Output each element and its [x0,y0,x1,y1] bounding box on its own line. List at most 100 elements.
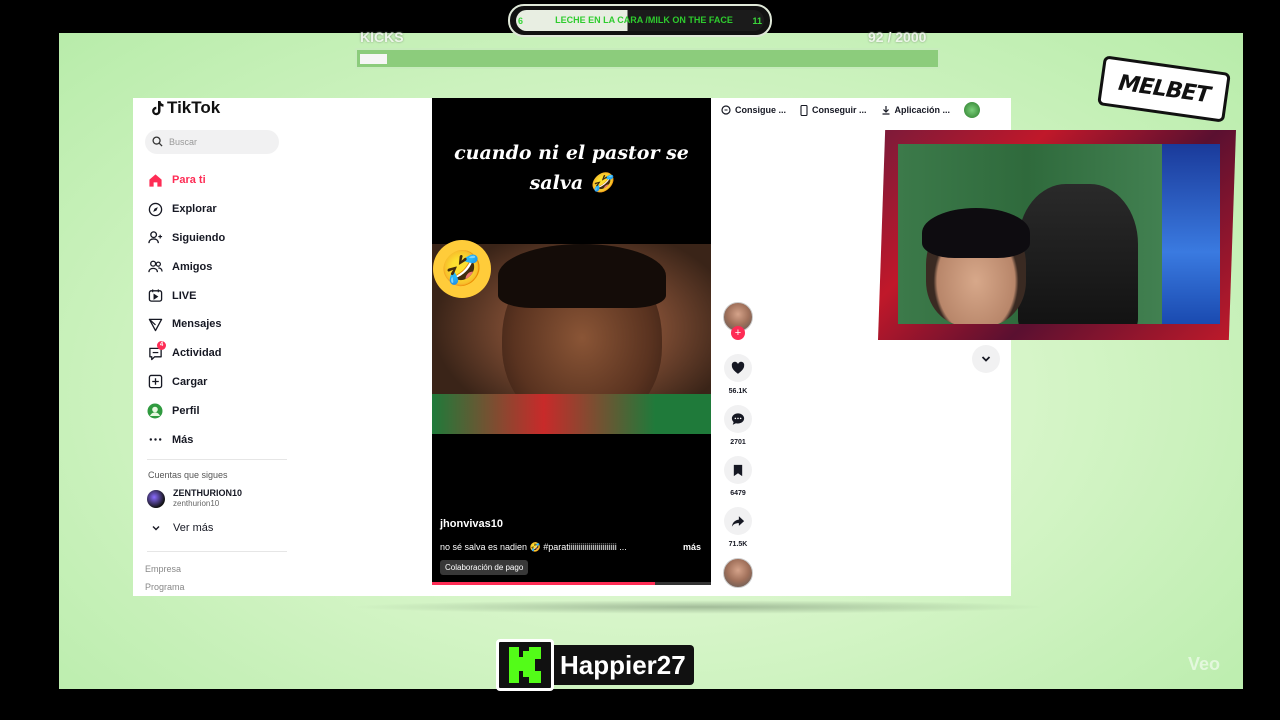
sidebar-item-label: Siguiendo [172,231,226,244]
footer-link-programa[interactable]: Programa [145,582,185,592]
phone-icon [800,104,808,116]
sidebar-item-label: Cargar [172,375,208,388]
comment-button[interactable] [724,405,752,433]
like-action[interactable]: 56.1K [723,354,753,395]
get-coins-label: Consigue ... [735,105,787,115]
goal-left-number: 6 [518,16,524,26]
compass-icon [147,201,163,217]
home-icon [147,172,163,188]
upload-icon [147,374,163,390]
share-icon [731,515,745,527]
goal-right-number: 11 [752,16,762,26]
kicks-label: KICKS [360,29,404,45]
see-more-button[interactable]: Ver más [151,522,213,534]
webcam-chair-shape [1018,184,1138,324]
kicks-progress-bar [355,48,940,69]
sidebar-item-cargar[interactable]: Cargar [147,368,287,397]
sidebar-item-label: Actividad [172,347,222,360]
comment-icon [731,413,745,425]
streamer-name: Happier27 [554,645,694,685]
desktop-app-link[interactable]: Aplicación ... [881,105,950,115]
sidebar-item-actividad[interactable]: 4 Actividad [147,339,287,368]
sidebar-item-para-ti[interactable]: Para ti [147,166,287,195]
save-button[interactable] [724,456,752,484]
kick-logo-icon [496,639,554,691]
see-more-label: Ver más [173,522,214,534]
search-placeholder: Buscar [169,137,198,147]
paid-partnership-tag: Colaboración de pago [440,560,529,575]
kicks-progress-fill [360,54,387,64]
download-icon [882,106,890,115]
sidebar-item-perfil[interactable]: Perfil [147,396,287,425]
more-icon [147,432,163,448]
sidebar-item-mas[interactable]: Más [147,425,287,454]
tiktok-logo[interactable]: TikTok [149,98,220,118]
sidebar-item-siguiendo[interactable]: Siguiendo [147,224,287,253]
activity-icon: 4 [147,341,166,361]
comment-action[interactable]: 2701 [723,405,753,446]
video-progress-fill [432,582,656,585]
profile-avatar-icon[interactable] [964,102,981,118]
messages-icon [147,316,163,332]
get-coins-link[interactable]: Consigue ... [721,105,786,115]
following-icon [147,230,163,246]
sound-avatar[interactable] [723,558,753,588]
goal-widget: 6 LECHE EN LA CARA /MILK ON THE FACE 11 [508,4,772,37]
video-overlay-caption: cuando ni el pastor se salva 🤣 [454,142,689,194]
following-account-name: ZENTHURION10 [173,488,243,498]
sidebar-item-label: Amigos [172,260,213,273]
sidebar-item-label: Explorar [172,203,217,216]
coin-icon [721,105,731,115]
avatar [147,489,165,508]
video-more-link[interactable]: más [683,542,701,552]
comment-count: 2701 [730,439,746,446]
share-action[interactable]: 71.5K [723,507,753,548]
next-video-button[interactable] [972,345,1000,373]
video-hair-shape [498,244,666,308]
tiktok-window: TikTok Buscar Para ti Explorar Siguiendo… [133,98,1011,596]
live-icon [147,288,163,304]
webcam-feed [898,144,1220,324]
friends-icon [147,259,163,275]
footer-link-empresa[interactable]: Empresa [145,564,181,574]
webcam-banner-shape [1162,144,1220,324]
sidebar-nav: Para ti Explorar Siguiendo Amigos LIVE M… [147,166,287,454]
following-account[interactable]: ZENTHURION10 zenthurion10 [147,488,242,509]
save-action[interactable]: 6479 [723,456,753,497]
save-count: 6479 [730,490,746,497]
share-button[interactable] [724,507,752,535]
chevron-down-icon [981,356,991,362]
chevron-down-icon [152,526,160,531]
video-description: no sé salva es nadien 🤣 #paratiiiiiiiiii… [440,542,627,552]
search-icon [152,136,163,147]
sidebar-divider [147,551,287,552]
get-app-link[interactable]: Conseguir ... [800,104,867,116]
video-author[interactable]: jhonvivas10 [440,518,503,530]
goal-text: LECHE EN LA CARA /MILK ON THE FACE [555,15,733,25]
sidebar-item-label: Perfil [172,404,200,417]
share-count: 71.5K [728,541,748,548]
sidebar-item-amigos[interactable]: Amigos [147,252,287,281]
panel-shadow [350,600,1050,614]
following-section-title: Cuentas que sigues [148,470,228,480]
like-button[interactable] [724,354,752,382]
video-player[interactable]: cuando ni el pastor se salva 🤣 🤣 jhonviv… [432,98,711,585]
sidebar-divider [147,459,287,460]
tiktok-wordmark: TikTok [167,98,221,117]
sidebar-item-live[interactable]: LIVE [147,281,287,310]
sponsor-logo-text: MELBET [1116,70,1212,108]
follow-plus-icon[interactable]: + [731,326,745,340]
sidebar-item-explorar[interactable]: Explorar [147,195,287,224]
top-action-bar: Consigue ... Conseguir ... Aplicación ..… [721,102,981,118]
sidebar-item-mensajes[interactable]: Mensajes [147,310,287,339]
bookmark-icon [733,464,743,476]
laughing-emoji-icon: 🤣 [433,240,491,298]
webcam-hair-shape [922,208,1030,258]
sidebar-item-label: Para ti [172,174,206,187]
get-app-label: Conseguir ... [812,105,867,115]
profile-icon [147,403,163,419]
kicks-count: 92 / 2000 [868,29,927,45]
video-progress-bar[interactable] [432,582,711,585]
search-input[interactable]: Buscar [145,130,279,154]
like-count: 56.1K [728,388,748,395]
